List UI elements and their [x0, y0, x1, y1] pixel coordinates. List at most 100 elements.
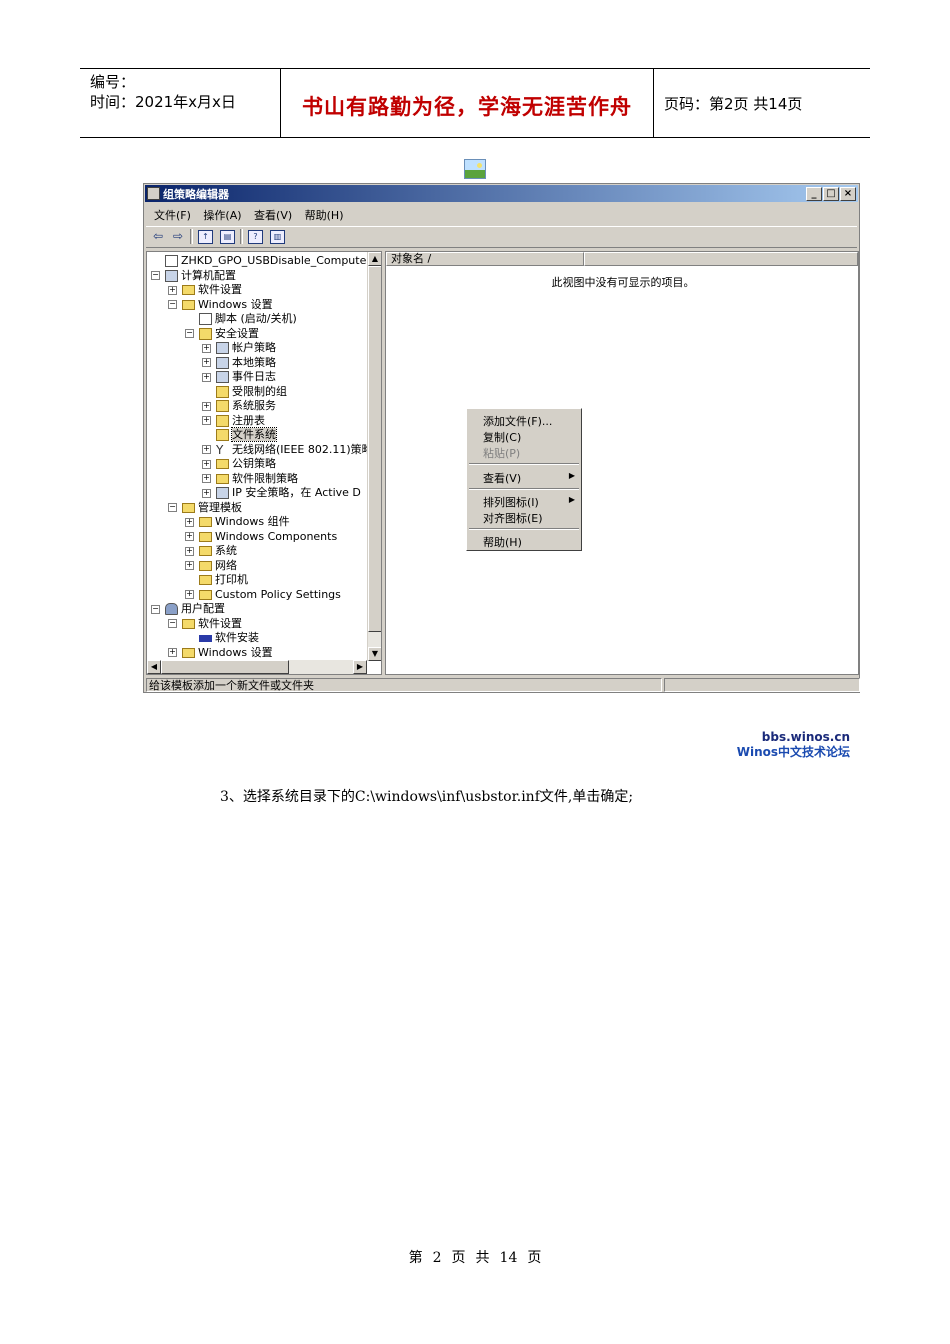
- h-scroll-thumb[interactable]: [161, 660, 289, 674]
- expand-icon[interactable]: +: [202, 459, 211, 469]
- column-header-blank[interactable]: [584, 252, 858, 266]
- footer-text: 第: [408, 1250, 423, 1266]
- scroll-left-icon[interactable]: ◀: [147, 660, 161, 674]
- header-left-cell: 编号： 时间：2021年x月x日: [80, 69, 281, 137]
- expand-icon[interactable]: +: [202, 401, 211, 411]
- tree-node[interactable]: 文件系统: [202, 427, 277, 442]
- menu-file[interactable]: 文件(F): [153, 205, 192, 225]
- menu-help[interactable]: 帮助(H): [304, 205, 345, 225]
- scroll-down-icon[interactable]: ▼: [368, 647, 381, 661]
- footer-total-pages: 14: [499, 1250, 518, 1266]
- menu-item-view[interactable]: 查看(V): [483, 470, 575, 486]
- properties-icon[interactable]: ▥: [270, 230, 285, 244]
- tree-node[interactable]: − 用户配置: [151, 602, 225, 616]
- tree-node[interactable]: 软件安装: [185, 631, 259, 645]
- tree-node[interactable]: 脚本 (启动/关机): [185, 312, 297, 326]
- header-page-cell: 页码：第2页 共14页: [654, 69, 870, 137]
- tree-node[interactable]: + Windows Components: [185, 530, 337, 544]
- details-pane: 对象名 / 此视图中没有可显示的项目。 bbs.winos.cn Winos中文…: [385, 251, 859, 759]
- tree-node[interactable]: + IP 安全策略，在 Active D: [202, 486, 361, 500]
- tree-horizontal-scrollbar[interactable]: ◀ ▶: [147, 660, 367, 674]
- tree-node[interactable]: + 注册表: [202, 414, 265, 428]
- tree-node[interactable]: + 公钥策略: [202, 457, 276, 471]
- collapse-icon[interactable]: −: [151, 271, 160, 280]
- tree-node[interactable]: − 管理模板: [168, 501, 242, 515]
- collapse-icon[interactable]: −: [168, 503, 177, 512]
- expand-icon[interactable]: +: [185, 590, 194, 599]
- forward-arrow-icon[interactable]: ⇨: [170, 229, 186, 244]
- tree-node[interactable]: + Windows 组件: [185, 515, 290, 529]
- maximize-button[interactable]: □: [823, 187, 839, 201]
- expand-icon[interactable]: +: [185, 532, 194, 541]
- minimize-button[interactable]: _: [806, 187, 822, 201]
- scroll-up-icon[interactable]: ▲: [368, 252, 381, 266]
- computer-icon: [165, 269, 178, 282]
- tree-node-label: 网络: [215, 558, 237, 572]
- folder-icon: [199, 546, 212, 556]
- expand-icon[interactable]: +: [202, 343, 211, 353]
- tree-node[interactable]: + 软件设置: [168, 283, 242, 297]
- tree-node-label: 脚本 (启动/关机): [215, 312, 297, 325]
- tree-node-label: 计算机配置: [181, 268, 236, 282]
- expand-icon[interactable]: +: [185, 561, 194, 570]
- tree-node[interactable]: − 安全设置: [185, 327, 259, 341]
- expand-icon[interactable]: +: [202, 372, 211, 382]
- menu-view[interactable]: 查看(V): [253, 205, 293, 225]
- tree-node-label: 软件设置: [198, 283, 242, 296]
- close-button[interactable]: ×: [840, 187, 856, 201]
- expand-icon[interactable]: +: [202, 488, 211, 498]
- expand-icon[interactable]: +: [202, 445, 211, 454]
- expand-icon[interactable]: +: [202, 416, 211, 425]
- tree-node[interactable]: + Y 无线网络(IEEE 802.11)策略: [202, 443, 373, 457]
- up-folder-icon[interactable]: ↑: [198, 230, 213, 244]
- tree-node[interactable]: + 系统服务: [202, 399, 276, 413]
- tree-node[interactable]: 受限制的组: [202, 385, 287, 399]
- folder-icon: [182, 502, 195, 513]
- tree-node[interactable]: + 事件日志: [202, 370, 276, 384]
- tree-node[interactable]: + 本地策略: [202, 356, 276, 370]
- back-arrow-icon[interactable]: ⇦: [150, 229, 166, 244]
- folder-icon: [182, 647, 195, 658]
- scroll-thumb[interactable]: [368, 266, 381, 632]
- tree-node[interactable]: + 帐户策略: [202, 341, 276, 355]
- menu-item-view-label: 查看(V): [483, 472, 522, 485]
- expand-icon[interactable]: +: [185, 517, 194, 527]
- menu-item-arrange-icons[interactable]: 排列图标(I): [483, 494, 539, 510]
- tree-node[interactable]: − Windows 设置: [168, 298, 273, 312]
- menu-item-add-file[interactable]: 添加文件(F)...: [483, 413, 552, 429]
- tree-node[interactable]: − 计算机配置: [151, 269, 236, 283]
- tree-node-label: Windows 组件: [215, 515, 290, 528]
- tree-node[interactable]: + Custom Policy Settings: [185, 588, 341, 602]
- event-log-icon: [216, 371, 229, 383]
- scroll-right-icon[interactable]: ▶: [353, 660, 367, 674]
- tree-node-label: IP 安全策略，在 Active D: [232, 486, 361, 499]
- expand-icon[interactable]: +: [168, 285, 177, 295]
- menu-item-help[interactable]: 帮助(H): [483, 534, 522, 550]
- tree-node[interactable]: ZHKD_GPO_USBDisable_Computers [ZHDCO: [151, 254, 381, 268]
- tree-node[interactable]: + 网络: [185, 559, 237, 573]
- menu-item-paste[interactable]: 粘贴(P): [483, 445, 520, 461]
- column-header-name[interactable]: 对象名 /: [386, 252, 584, 266]
- folder-icon: [199, 575, 212, 585]
- collapse-icon[interactable]: −: [151, 604, 160, 614]
- show-tree-icon[interactable]: ▤: [220, 230, 235, 244]
- tree-node-label: ZHKD_GPO_USBDisable_Computers [ZHDCO: [181, 254, 381, 267]
- expand-icon[interactable]: +: [168, 648, 177, 657]
- expand-icon[interactable]: +: [185, 546, 194, 556]
- tree-node[interactable]: + 软件限制策略: [202, 472, 298, 486]
- tree-node[interactable]: 打印机: [185, 573, 248, 587]
- collapse-icon[interactable]: −: [168, 300, 177, 309]
- collapse-icon[interactable]: −: [168, 619, 177, 628]
- tree-vertical-scrollbar[interactable]: ▲ ▼: [367, 252, 381, 661]
- expand-icon[interactable]: +: [202, 474, 211, 483]
- tree-node[interactable]: + Windows 设置: [168, 646, 273, 660]
- tree-node[interactable]: − 软件设置: [168, 617, 242, 631]
- menu-item-align-icons[interactable]: 对齐图标(E): [483, 510, 543, 526]
- menu-action[interactable]: 操作(A): [202, 205, 242, 225]
- menu-item-copy[interactable]: 复制(C): [483, 429, 521, 445]
- collapse-icon[interactable]: −: [185, 329, 194, 338]
- help-icon[interactable]: ?: [248, 230, 263, 244]
- tree-node[interactable]: + 系统: [185, 544, 237, 558]
- folder-icon: [216, 473, 229, 484]
- expand-icon[interactable]: +: [202, 358, 211, 367]
